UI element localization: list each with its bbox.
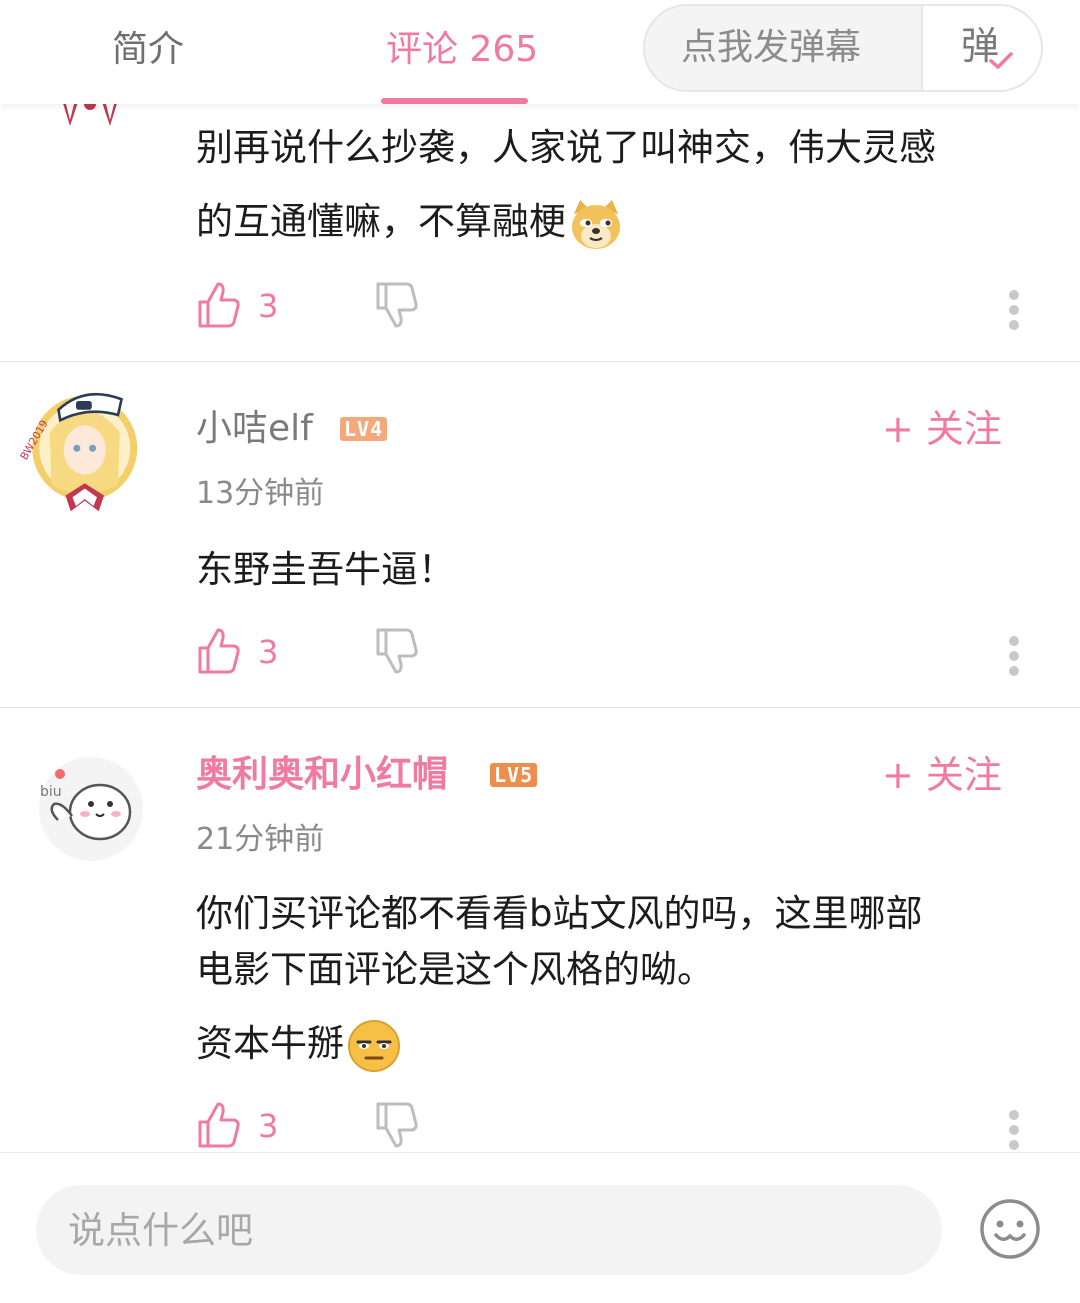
follow-button[interactable]: + 关注: [882, 405, 1002, 453]
avatar[interactable]: biu: [38, 756, 144, 862]
comment-actions: 3: [0, 280, 1080, 340]
like-count: 3: [258, 1107, 279, 1145]
svg-text:biu: biu: [40, 784, 62, 800]
comment-input[interactable]: [36, 1185, 942, 1275]
level-badge: LV4: [340, 417, 388, 441]
divider: [0, 707, 1080, 708]
thumbs-down-icon[interactable]: [374, 1100, 420, 1150]
comment-actions: 3: [0, 626, 1080, 686]
comment-text: 东野圭吾牛逼！: [196, 548, 455, 591]
tired-face-emoji: [348, 1019, 400, 1072]
check-icon: [989, 52, 1013, 69]
more-options-icon[interactable]: [1002, 632, 1026, 680]
tab-intro[interactable]: 简介: [112, 26, 184, 74]
like-count: 3: [258, 633, 279, 671]
comment-time: 21分钟前: [196, 822, 325, 857]
comment-text: 你们买评论都不看看b站文风的吗，这里哪部 电影下面评论是这个风格的呦。 资本牛掰: [196, 886, 1036, 1074]
username[interactable]: 奥利奥和小红帽: [196, 751, 448, 799]
comment-compose-bar: [0, 1152, 1080, 1303]
active-tab-indicator: [381, 98, 528, 104]
more-options-icon[interactable]: [1002, 1106, 1026, 1154]
thumbs-up-icon[interactable]: [196, 1100, 242, 1150]
danmaku-toggle-button[interactable]: 弹: [923, 6, 1041, 90]
top-tab-bar: 简介 评论 265 点我发弹幕 弹: [0, 0, 1080, 104]
thumbs-down-icon[interactable]: [374, 280, 420, 330]
more-options-icon[interactable]: [1002, 286, 1026, 334]
username[interactable]: 小咭elf: [196, 405, 313, 453]
divider: [0, 361, 1080, 362]
follow-button[interactable]: + 关注: [882, 751, 1002, 799]
tab-comments[interactable]: 评论 265: [386, 26, 538, 74]
thumbs-up-icon[interactable]: [196, 280, 242, 330]
danmaku-input[interactable]: 点我发弹幕: [681, 26, 861, 70]
comment-actions: 3: [0, 1100, 1080, 1160]
level-badge: LV5: [490, 763, 538, 787]
avatar[interactable]: BW2019: [6, 380, 146, 520]
like-count: 3: [258, 287, 279, 325]
smiley-icon[interactable]: [978, 1197, 1042, 1261]
thumbs-down-icon[interactable]: [374, 626, 420, 676]
danmaku-bar: 点我发弹幕 弹: [643, 4, 1043, 92]
doge-emoji: [572, 199, 620, 249]
comment-text: 别再说什么抄袭，人家说了叫神交，伟大灵感 的互通懂嘛，不算融梗: [196, 120, 1036, 252]
comment-time: 13分钟前: [196, 476, 325, 511]
thumbs-up-icon[interactable]: [196, 626, 242, 676]
